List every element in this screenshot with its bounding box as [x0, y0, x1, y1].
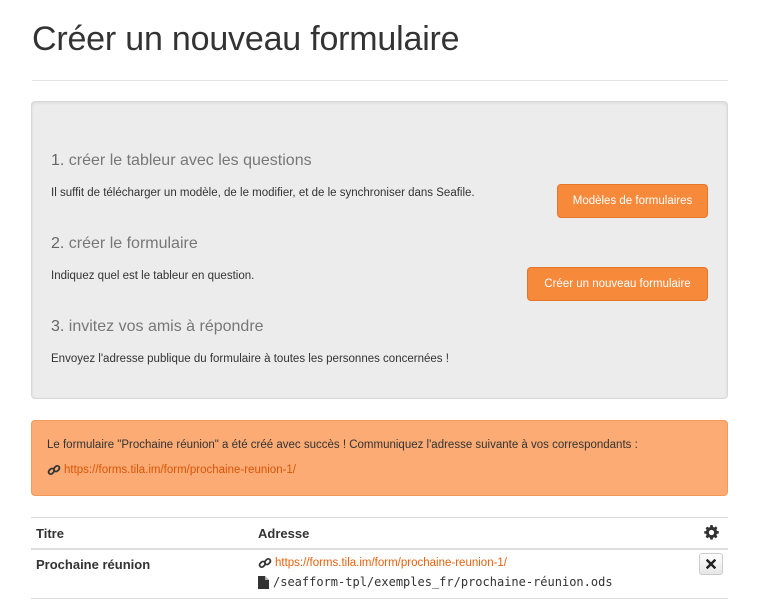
form-title-cell: Prochaine réunion	[36, 557, 151, 572]
success-alert: Le formulaire "Prochaine réunion" a été …	[31, 420, 728, 496]
step-3-number: 3.	[51, 318, 65, 335]
close-icon	[706, 559, 716, 569]
step-3-text: Envoyez l'adresse publique du formulaire…	[51, 353, 449, 365]
form-file-cell: /seafform-tpl/exemples_fr/prochaine-réun…	[258, 575, 613, 589]
page-title: Créer un nouveau formulaire	[32, 20, 460, 58]
gear-icon[interactable]	[703, 524, 719, 540]
link-icon	[47, 463, 61, 477]
step-2-number: 2.	[51, 235, 65, 252]
table-header-border	[31, 548, 728, 550]
delete-form-button[interactable]	[699, 553, 723, 575]
form-public-link[interactable]: https://forms.tila.im/form/prochaine-reu…	[275, 557, 507, 569]
create-form-button[interactable]: Créer un nouveau formulaire	[527, 267, 708, 301]
alert-link-row: https://forms.tila.im/form/prochaine-reu…	[47, 463, 296, 477]
form-file-path: /seafform-tpl/exemples_fr/prochaine-réun…	[273, 575, 613, 589]
alert-form-link[interactable]: https://forms.tila.im/form/prochaine-reu…	[64, 464, 296, 476]
step-1-text: Il suffit de télécharger un modèle, de l…	[51, 187, 475, 199]
step-2-heading-text: créer le formulaire	[68, 235, 198, 252]
form-templates-button[interactable]: Modèles de formulaires	[557, 184, 708, 218]
column-header-address: Adresse	[258, 526, 310, 541]
form-link-cell: https://forms.tila.im/form/prochaine-reu…	[258, 556, 507, 570]
step-3-heading: 3. invitez vos amis à répondre	[51, 318, 264, 336]
instructions-panel: 1. créer le tableur avec les questions I…	[31, 101, 728, 399]
table-bottom-border	[31, 598, 728, 599]
step-3-heading-text: invitez vos amis à répondre	[68, 318, 264, 335]
link-icon	[258, 556, 272, 570]
table-top-border	[31, 517, 728, 518]
step-1-heading-text: créer le tableur avec les questions	[68, 152, 312, 169]
title-divider	[32, 80, 728, 81]
alert-message: Le formulaire "Prochaine réunion" a été …	[47, 439, 638, 451]
step-2-text: Indiquez quel est le tableur en question…	[51, 270, 255, 282]
step-2-heading: 2. créer le formulaire	[51, 235, 198, 253]
step-1-number: 1.	[51, 152, 65, 169]
step-1-heading: 1. créer le tableur avec les questions	[51, 152, 312, 170]
column-header-title: Titre	[36, 526, 64, 541]
file-icon	[258, 575, 269, 589]
